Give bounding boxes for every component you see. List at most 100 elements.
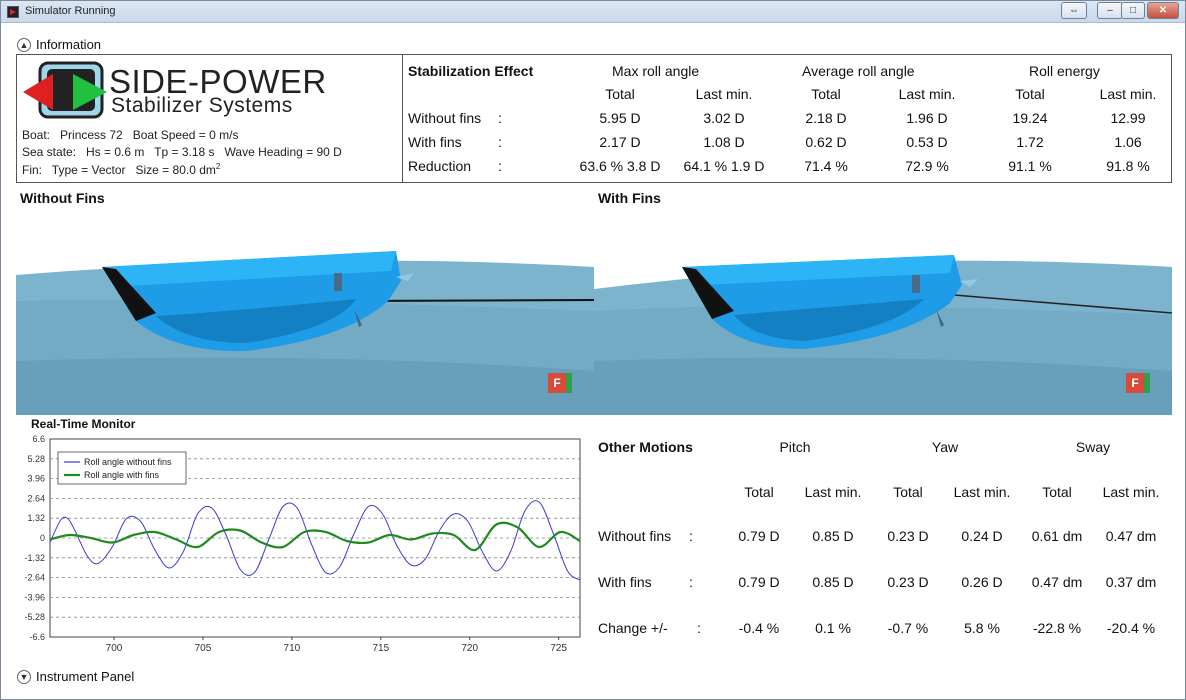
information-panel: SIDE-POWER Stabilizer Systems Boat: Prin… [16,54,1172,183]
brand-subtitle: Stabilizer Systems [111,94,293,117]
table-cell: 0.79 D [738,528,780,544]
fin-info-text: Fin: Type = Vector Size = 80.0 dm [22,163,216,177]
table-cell: -20.4 % [1106,620,1156,636]
close-icon[interactable]: ✕ [1147,2,1179,19]
title-bar: Simulator Running ⇔ – □ ✕ [1,1,1185,23]
x-tick-label: 725 [550,643,567,654]
orientation-cube-icon[interactable]: F [1126,373,1144,393]
row-label: Change +/- [598,620,668,636]
row-label: With fins [408,134,462,150]
collapse-chevron-icon[interactable]: ▲ [17,37,31,52]
legend-label: Roll angle with fins [84,470,160,480]
row-separator: : [498,110,502,126]
side-power-logo [23,61,107,119]
table-cell: 0.47 dm [1031,574,1083,590]
table-cell: 63.6 % 3.8 D [579,158,661,174]
y-tick-label: 1.32 [27,513,45,523]
stabilization-table: Stabilization Effect Max roll angle Aver… [404,55,1171,182]
subcol-header: Last min. [898,86,956,102]
y-tick-label: -3.96 [24,592,45,602]
row-separator: : [689,574,693,590]
table-cell: 0.37 dm [1105,574,1157,590]
information-header: Information [36,37,102,52]
y-tick-label: 0 [40,533,45,543]
table-cell: 0.85 D [812,574,854,590]
brand-area: SIDE-POWER Stabilizer Systems Boat: Prin… [17,55,403,182]
minimize-icon[interactable]: – [1097,2,1123,19]
instrument-panel-header: Instrument Panel [36,669,135,684]
table-cell: -0.7 % [887,620,929,636]
orientation-cube-icon[interactable]: F [548,373,566,393]
app-icon [7,6,19,18]
table-cell: 0.24 D [961,528,1003,544]
table-cell: 64.1 % 1.9 D [683,158,765,174]
table-cell: 0.26 D [961,574,1003,590]
table-cell: 0.23 D [887,574,929,590]
subcol-header: Total [1015,86,1045,102]
stabilization-title: Stabilization Effect [408,63,534,79]
table-cell: 19.24 [1012,110,1048,126]
group-max-roll: Max roll angle [612,63,700,79]
cube-face-letter: F [1131,376,1139,390]
row-label: Without fins [598,528,672,544]
expand-chevron-icon[interactable]: ▼ [17,669,31,684]
subcol-header: Total [744,484,774,500]
roll-angle-chart[interactable]: 6.6 5.28 3.96 2.64 1.32 0 -1.32 -2.64 -3.96 -5.28… [16,431,586,663]
x-tick-label: 705 [195,643,212,654]
view-with-fins[interactable]: F [594,211,1172,415]
table-cell: 1.72 [1016,134,1044,150]
table-cell: 91.8 % [1106,158,1150,174]
table-cell: 71.4 % [804,158,848,174]
row-separator: : [689,528,693,544]
table-cell: 12.99 [1110,110,1146,126]
subcol-header: Last min. [953,484,1011,500]
x-tick-label: 710 [284,643,301,654]
subcol-header: Last min. [1102,484,1160,500]
group-average-roll: Average roll angle [802,63,915,79]
y-tick-label: 2.64 [27,493,45,503]
table-cell: 0.62 D [805,134,847,150]
orientation-cube-side [566,373,572,393]
boat-info: Boat: Princess 72 Boat Speed = 0 m/s [22,128,239,142]
table-cell: 0.53 D [906,134,948,150]
simulator-window: Simulator Running ⇔ – □ ✕ ▲ Information … [0,0,1186,700]
information-expander[interactable]: ▲ Information [17,37,101,52]
subcol-header: Last min. [804,484,862,500]
y-tick-label: 6.6 [32,434,45,444]
x-tick-label: 715 [372,643,389,654]
table-cell: 0.1 % [815,620,851,636]
table-cell: 0.85 D [812,528,854,544]
table-cell: 91.1 % [1008,158,1052,174]
table-cell: 0.79 D [738,574,780,590]
table-cell: 0.23 D [887,528,929,544]
row-label: Reduction [408,158,472,174]
table-cell: -0.4 % [738,620,780,636]
table-cell: 5.95 D [599,110,641,126]
table-cell: 72.9 % [905,158,949,174]
group-yaw: Yaw [931,439,959,455]
x-tick-label: 720 [461,643,478,654]
y-tick-label: 5.28 [27,454,45,464]
legend-label: Roll angle without fins [84,457,172,467]
y-tick-label: -2.64 [24,573,45,583]
fin-unit-superscript: 2 [215,162,221,171]
row-separator: : [498,134,502,150]
row-label: Without fins [408,110,482,126]
without-fins-label: Without Fins [20,190,105,206]
table-cell: 1.08 D [703,134,745,150]
table-cell: 3.02 D [703,110,745,126]
subcol-header: Last min. [695,86,753,102]
row-separator: : [697,620,701,636]
row-separator: : [498,158,502,174]
y-tick-label: -6.6 [29,632,45,642]
table-cell: -22.8 % [1032,620,1082,636]
restore-icon[interactable]: ⇔ [1061,2,1087,19]
monitor-title: Real-Time Monitor [31,417,136,431]
group-pitch: Pitch [779,439,811,455]
table-cell: 2.17 D [599,134,641,150]
maximize-icon[interactable]: □ [1121,2,1145,19]
subcol-header: Total [893,484,923,500]
instrument-panel-expander[interactable]: ▼ Instrument Panel [17,669,134,684]
view-without-fins[interactable]: F [16,211,594,415]
boat-scene-without-fins [16,211,594,415]
